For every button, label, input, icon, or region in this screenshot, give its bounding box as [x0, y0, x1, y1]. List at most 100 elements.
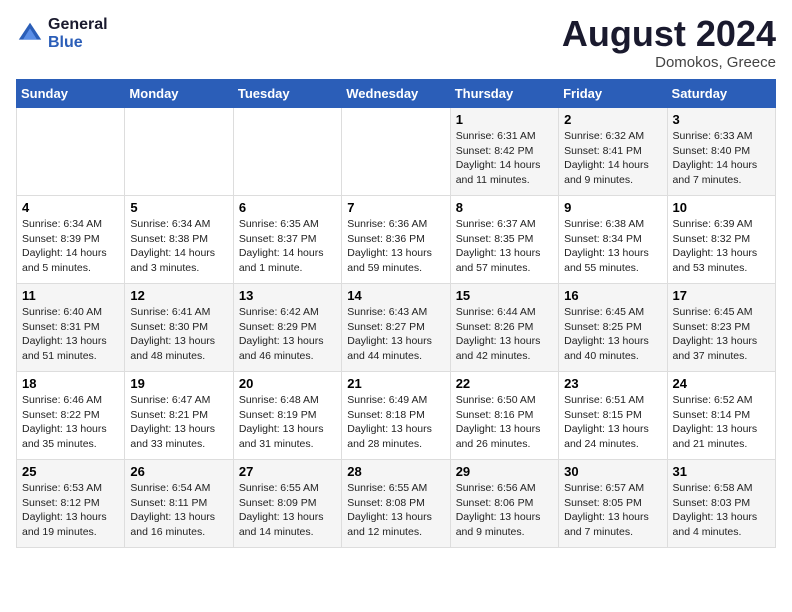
calendar-week-4: 18 Sunrise: 6:46 AMSunset: 8:22 PMDayligh… — [17, 372, 776, 460]
calendar-cell: 9 Sunrise: 6:38 AMSunset: 8:34 PMDaylight… — [559, 196, 667, 284]
weekday-header-row: SundayMondayTuesdayWednesdayThursdayFrid… — [17, 80, 776, 108]
day-number: 17 — [673, 288, 770, 303]
day-info: Sunrise: 6:37 AMSunset: 8:35 PMDaylight:… — [456, 217, 553, 276]
calendar-cell: 17 Sunrise: 6:45 AMSunset: 8:23 PMDayligh… — [667, 284, 775, 372]
day-number: 23 — [564, 376, 661, 391]
calendar-week-5: 25Sunrise: 6:53 AMSunset: 8:12 PMDayligh… — [17, 460, 776, 548]
day-number: 5 — [130, 200, 227, 215]
calendar-cell — [233, 108, 341, 196]
day-info: Sunrise: 6:45 AMSunset: 8:23 PMDaylight:… — [673, 305, 770, 364]
day-number: 2 — [564, 112, 661, 127]
day-number: 11 — [22, 288, 119, 303]
weekday-header-thursday: Thursday — [450, 80, 558, 108]
day-info: Sunrise: 6:35 AMSunset: 8:37 PMDaylight:… — [239, 217, 336, 276]
calendar-header: SundayMondayTuesdayWednesdayThursdayFrid… — [17, 80, 776, 108]
calendar-cell: 22 Sunrise: 6:50 AMSunset: 8:16 PMDayligh… — [450, 372, 558, 460]
calendar-cell: 7 Sunrise: 6:36 AMSunset: 8:36 PMDaylight… — [342, 196, 450, 284]
calendar-cell: 29 Sunrise: 6:56 AMSunset: 8:06 PMDayligh… — [450, 460, 558, 548]
day-info: Sunrise: 6:50 AMSunset: 8:16 PMDaylight:… — [456, 393, 553, 452]
day-info: Sunrise: 6:40 AMSunset: 8:31 PMDaylight:… — [22, 305, 119, 364]
day-number: 26 — [130, 464, 227, 479]
calendar-cell: 6 Sunrise: 6:35 AMSunset: 8:37 PMDaylight… — [233, 196, 341, 284]
day-number: 6 — [239, 200, 336, 215]
calendar-week-2: 4Sunrise: 6:34 AMSunset: 8:39 PMDaylight… — [17, 196, 776, 284]
day-number: 1 — [456, 112, 553, 127]
day-number: 30 — [564, 464, 661, 479]
day-info: Sunrise: 6:44 AMSunset: 8:26 PMDaylight:… — [456, 305, 553, 364]
day-info: Sunrise: 6:39 AMSunset: 8:32 PMDaylight:… — [673, 217, 770, 276]
day-number: 3 — [673, 112, 770, 127]
calendar-cell: 16Sunrise: 6:45 AMSunset: 8:25 PMDayligh… — [559, 284, 667, 372]
calendar-week-3: 11 Sunrise: 6:40 AMSunset: 8:31 PMDayligh… — [17, 284, 776, 372]
day-info: Sunrise: 6:46 AMSunset: 8:22 PMDaylight:… — [22, 393, 119, 452]
day-number: 19 — [130, 376, 227, 391]
day-info: Sunrise: 6:54 AMSunset: 8:11 PMDaylight:… — [130, 481, 227, 540]
calendar-week-1: 1 Sunrise: 6:31 AMSunset: 8:42 PMDaylight… — [17, 108, 776, 196]
calendar-cell: 13Sunrise: 6:42 AMSunset: 8:29 PMDayligh… — [233, 284, 341, 372]
day-info: Sunrise: 6:55 AMSunset: 8:08 PMDaylight:… — [347, 481, 444, 540]
day-info: Sunrise: 6:32 AMSunset: 8:41 PMDaylight:… — [564, 129, 661, 188]
day-info: Sunrise: 6:36 AMSunset: 8:36 PMDaylight:… — [347, 217, 444, 276]
calendar-cell: 18 Sunrise: 6:46 AMSunset: 8:22 PMDayligh… — [17, 372, 125, 460]
calendar-cell: 30Sunrise: 6:57 AMSunset: 8:05 PMDayligh… — [559, 460, 667, 548]
logo: General Blue — [16, 16, 108, 52]
weekday-header-tuesday: Tuesday — [233, 80, 341, 108]
day-info: Sunrise: 6:51 AMSunset: 8:15 PMDaylight:… — [564, 393, 661, 452]
calendar-cell — [342, 108, 450, 196]
day-info: Sunrise: 6:52 AMSunset: 8:14 PMDaylight:… — [673, 393, 770, 452]
calendar-cell: 8Sunrise: 6:37 AMSunset: 8:35 PMDaylight… — [450, 196, 558, 284]
calendar-cell: 15 Sunrise: 6:44 AMSunset: 8:26 PMDayligh… — [450, 284, 558, 372]
day-number: 18 — [22, 376, 119, 391]
calendar-cell: 25Sunrise: 6:53 AMSunset: 8:12 PMDayligh… — [17, 460, 125, 548]
day-info: Sunrise: 6:56 AMSunset: 8:06 PMDaylight:… — [456, 481, 553, 540]
calendar-cell: 5Sunrise: 6:34 AMSunset: 8:38 PMDaylight… — [125, 196, 233, 284]
calendar-cell: 21 Sunrise: 6:49 AMSunset: 8:18 PMDayligh… — [342, 372, 450, 460]
day-info: Sunrise: 6:58 AMSunset: 8:03 PMDaylight:… — [673, 481, 770, 540]
day-number: 15 — [456, 288, 553, 303]
calendar-cell: 14 Sunrise: 6:43 AMSunset: 8:27 PMDayligh… — [342, 284, 450, 372]
day-number: 16 — [564, 288, 661, 303]
day-info: Sunrise: 6:49 AMSunset: 8:18 PMDaylight:… — [347, 393, 444, 452]
day-number: 22 — [456, 376, 553, 391]
day-info: Sunrise: 6:47 AMSunset: 8:21 PMDaylight:… — [130, 393, 227, 452]
calendar-cell: 3 Sunrise: 6:33 AMSunset: 8:40 PMDaylight… — [667, 108, 775, 196]
calendar-cell: 4Sunrise: 6:34 AMSunset: 8:39 PMDaylight… — [17, 196, 125, 284]
day-number: 7 — [347, 200, 444, 215]
calendar-cell: 27Sunrise: 6:55 AMSunset: 8:09 PMDayligh… — [233, 460, 341, 548]
day-number: 31 — [673, 464, 770, 479]
calendar-cell: 31 Sunrise: 6:58 AMSunset: 8:03 PMDayligh… — [667, 460, 775, 548]
day-number: 10 — [673, 200, 770, 215]
day-info: Sunrise: 6:33 AMSunset: 8:40 PMDaylight:… — [673, 129, 770, 188]
day-number: 27 — [239, 464, 336, 479]
day-number: 9 — [564, 200, 661, 215]
calendar-body: 1 Sunrise: 6:31 AMSunset: 8:42 PMDaylight… — [17, 108, 776, 548]
day-number: 24 — [673, 376, 770, 391]
calendar-cell: 26 Sunrise: 6:54 AMSunset: 8:11 PMDayligh… — [125, 460, 233, 548]
weekday-header-friday: Friday — [559, 80, 667, 108]
calendar-cell: 10 Sunrise: 6:39 AMSunset: 8:32 PMDayligh… — [667, 196, 775, 284]
day-info: Sunrise: 6:43 AMSunset: 8:27 PMDaylight:… — [347, 305, 444, 364]
logo-text: General Blue — [48, 16, 108, 52]
calendar-cell: 19 Sunrise: 6:47 AMSunset: 8:21 PMDayligh… — [125, 372, 233, 460]
calendar-table: SundayMondayTuesdayWednesdayThursdayFrid… — [16, 79, 776, 548]
calendar-cell — [17, 108, 125, 196]
day-number: 21 — [347, 376, 444, 391]
calendar-cell: 1 Sunrise: 6:31 AMSunset: 8:42 PMDaylight… — [450, 108, 558, 196]
day-info: Sunrise: 6:38 AMSunset: 8:34 PMDaylight:… — [564, 217, 661, 276]
calendar-cell: 24 Sunrise: 6:52 AMSunset: 8:14 PMDayligh… — [667, 372, 775, 460]
day-number: 29 — [456, 464, 553, 479]
day-info: Sunrise: 6:34 AMSunset: 8:39 PMDaylight:… — [22, 217, 119, 276]
day-number: 25 — [22, 464, 119, 479]
month-year-title: August 2024 — [562, 16, 776, 52]
page-header: General Blue August 2024 Domokos, Greece — [16, 16, 776, 71]
location-subtitle: Domokos, Greece — [562, 54, 776, 71]
calendar-cell: 20Sunrise: 6:48 AMSunset: 8:19 PMDayligh… — [233, 372, 341, 460]
day-number: 14 — [347, 288, 444, 303]
title-block: August 2024 Domokos, Greece — [562, 16, 776, 71]
day-number: 28 — [347, 464, 444, 479]
calendar-cell: 28 Sunrise: 6:55 AMSunset: 8:08 PMDayligh… — [342, 460, 450, 548]
day-info: Sunrise: 6:31 AMSunset: 8:42 PMDaylight:… — [456, 129, 553, 188]
weekday-header-wednesday: Wednesday — [342, 80, 450, 108]
calendar-cell: 2 Sunrise: 6:32 AMSunset: 8:41 PMDaylight… — [559, 108, 667, 196]
day-info: Sunrise: 6:42 AMSunset: 8:29 PMDaylight:… — [239, 305, 336, 364]
